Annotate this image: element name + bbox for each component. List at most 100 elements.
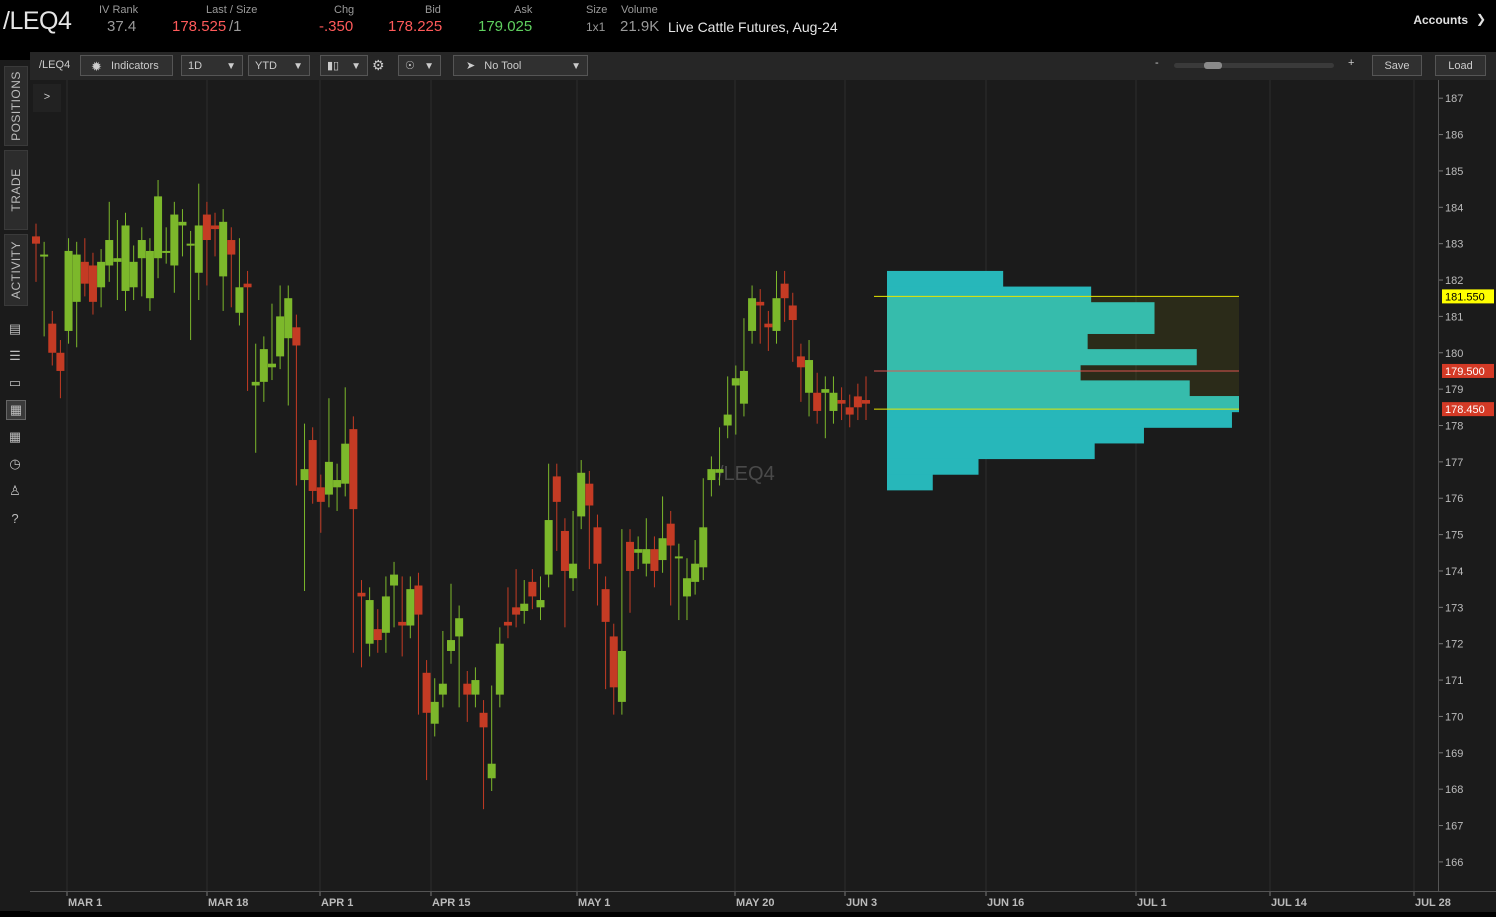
candle-body [536,600,545,608]
candle-body [853,396,862,408]
x-tick-label: JUL 1 [1137,897,1167,909]
value-area-box [887,296,1239,410]
grid-icon[interactable]: ▦ [6,428,24,446]
volume-profile-bar [887,427,1144,444]
candle-body [308,440,317,491]
zoom-slider[interactable] [1174,62,1334,69]
y-tick-label: 171 [1445,675,1463,687]
candle-body [316,487,325,502]
candle-body [609,636,618,688]
volume-profile-bar [887,458,979,475]
candle-body [357,592,366,597]
monitor-icon[interactable]: ▤ [6,320,24,338]
indicators-button[interactable]: ✹ Indicators [80,55,173,76]
aggregation-select[interactable]: 1D ▼ [181,55,243,76]
candle-body [731,378,740,386]
zoom-out-button[interactable]: - [1155,57,1159,69]
candle-body [80,261,89,284]
candle-body [829,392,838,411]
y-tick-label: 177 [1445,457,1463,469]
candle-body [32,236,40,244]
range-select[interactable]: YTD ▼ [248,55,310,76]
candle-body [772,298,781,331]
candle-body [349,429,358,510]
y-tick-label: 175 [1445,530,1463,542]
price-marker-label: 179.500 [1445,366,1485,378]
candle-body [569,563,578,579]
candle-body [276,316,285,357]
candle-body [471,680,480,695]
candle-body [593,527,602,564]
candle-body [544,520,553,575]
load-button[interactable]: Load [1435,55,1486,76]
candle-body [666,523,675,546]
instrument-description: Live Cattle Futures, Aug-24 [668,19,838,35]
accounts-menu[interactable]: Accounts [1413,13,1468,27]
tab-activity[interactable]: ACTIVITY [4,234,28,306]
candle-body [780,283,789,299]
time-axis[interactable]: MAR 1 MAR 18 APR 1 APR 15 MAY 1 MAY 20 JUN 3 JU… [30,891,1496,912]
chevron-down-icon: ▼ [226,61,236,72]
gauge-icon[interactable]: ◷ [6,455,24,473]
candle-body [56,352,65,371]
candle-body [219,221,228,277]
x-tick-label: JUN 16 [987,897,1024,909]
bid-value[interactable]: 178.225 [388,18,442,35]
candle-body [796,356,805,368]
candle-body [398,621,407,626]
briefcase-icon[interactable]: ▭ [6,374,24,392]
save-button[interactable]: Save [1372,55,1422,76]
x-tick-label: APR 15 [432,897,471,909]
drawing-set-select[interactable]: ☉ ▼ [398,55,441,76]
help-icon[interactable]: ? [6,509,24,527]
x-tick-label: MAY 20 [736,897,775,909]
list-icon[interactable]: ☰ [6,347,24,365]
candle-body [764,323,773,328]
tab-trade-label: TRADE [9,168,23,212]
candle-body [227,240,236,255]
y-tick-label: 187 [1445,93,1463,105]
candle-body [707,469,716,481]
tab-positions[interactable]: POSITIONS [4,66,28,146]
bid-label: Bid [425,4,441,16]
candle-body [845,407,854,415]
toolbar-symbol[interactable]: /LEQ4 [39,59,70,71]
candle-body [805,360,814,393]
candle-body [788,305,797,321]
settings-icon[interactable]: ⚙ [372,57,385,74]
expand-button[interactable]: > [33,84,61,112]
chart-area[interactable]: > /LEQ4 [30,80,1438,891]
volume-profile-bar [887,474,933,491]
candle-body [88,265,97,302]
candle-body [105,240,114,266]
y-tick-label: 166 [1445,857,1463,869]
x-tick-label: MAR 1 [68,897,102,909]
candle-body [129,261,138,288]
candle-body [626,541,635,571]
chart-icon[interactable]: ▦ [6,400,26,420]
volume-value: 21.9K [620,18,660,35]
people-icon[interactable]: ♙ [6,482,24,500]
last-size-label: Last / Size [206,4,258,16]
y-tick-label: 167 [1445,821,1463,833]
candlestick-icon: ▮▯ [327,60,340,72]
candle-body [430,701,439,724]
candle-body [560,530,569,571]
ask-value[interactable]: 179.025 [478,18,532,35]
chart-style-select[interactable]: ▮▯ ▼ [320,55,368,76]
y-tick-label: 185 [1445,166,1463,178]
zoom-in-button[interactable]: + [1348,57,1354,69]
y-tick-label: 174 [1445,566,1463,578]
chevron-down-icon[interactable]: ❯ [1476,12,1486,26]
symbol-title[interactable]: /LEQ4 [3,7,72,36]
candle-body [406,589,415,626]
zoom-slider-handle[interactable] [1204,62,1222,69]
last-value: 178.525 [172,18,227,35]
price-axis[interactable]: 187 186 185 184 183 182 181 180 179 178 177 176 175 1… [1438,80,1496,891]
tab-trade[interactable]: TRADE [4,150,28,230]
chevron-down-icon: ▼ [424,61,434,72]
chevron-down-icon: ▼ [293,61,303,72]
candle-body [243,283,252,288]
tool-select[interactable]: ➤ No Tool ▼ [453,55,588,76]
candle-body [682,578,691,597]
